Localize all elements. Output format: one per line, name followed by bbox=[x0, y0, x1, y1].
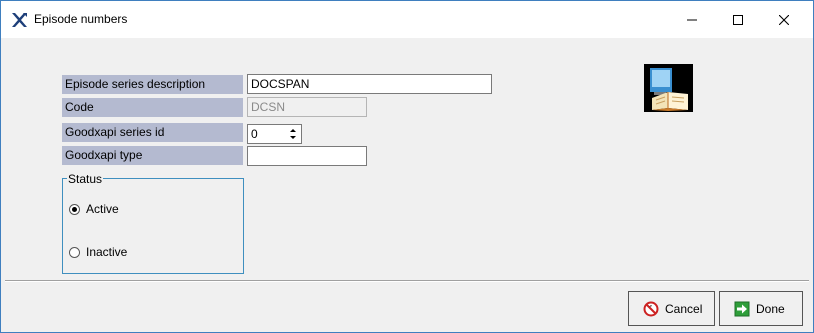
episode-series-description-input[interactable]: DOCSPAN bbox=[247, 74, 492, 94]
maximize-icon bbox=[733, 14, 743, 25]
done-button-label: Done bbox=[756, 301, 785, 316]
active-radio[interactable] bbox=[69, 204, 80, 215]
close-button[interactable] bbox=[761, 1, 807, 38]
computer-book-icon bbox=[644, 64, 693, 112]
cancel-button-label: Cancel bbox=[665, 301, 703, 316]
episode-series-description-label: Episode series description bbox=[62, 75, 243, 94]
close-icon bbox=[779, 14, 789, 25]
done-button[interactable]: Done bbox=[719, 291, 803, 326]
status-legend: Status bbox=[67, 172, 104, 186]
window-title: Episode numbers bbox=[34, 12, 128, 26]
title-bar[interactable]: Episode numbers bbox=[1, 1, 813, 38]
goodxapi-series-id-label: Goodxapi series id bbox=[62, 123, 243, 142]
done-arrow-icon bbox=[734, 301, 750, 316]
maximize-button[interactable] bbox=[715, 1, 761, 38]
spinner-arrows-icon[interactable] bbox=[285, 125, 301, 143]
code-label: Code bbox=[62, 98, 243, 117]
goodxapi-type-input[interactable] bbox=[247, 146, 367, 166]
goodxapi-type-label: Goodxapi type bbox=[62, 146, 243, 165]
minimize-icon bbox=[687, 19, 697, 20]
code-input[interactable]: DCSN bbox=[247, 97, 367, 117]
footer-separator-highlight bbox=[5, 281, 809, 282]
app-logo-icon bbox=[12, 13, 27, 27]
status-group bbox=[62, 178, 244, 274]
inactive-radio[interactable] bbox=[69, 247, 80, 258]
dialog-window: Episode numbers Episode series descripti… bbox=[0, 0, 814, 333]
minimize-button[interactable] bbox=[669, 1, 715, 38]
cancel-icon bbox=[643, 301, 659, 316]
cancel-button[interactable]: Cancel bbox=[628, 291, 715, 326]
active-radio-label[interactable]: Active bbox=[86, 202, 119, 216]
radio-selected-dot bbox=[72, 207, 77, 212]
inactive-radio-label[interactable]: Inactive bbox=[86, 245, 127, 259]
